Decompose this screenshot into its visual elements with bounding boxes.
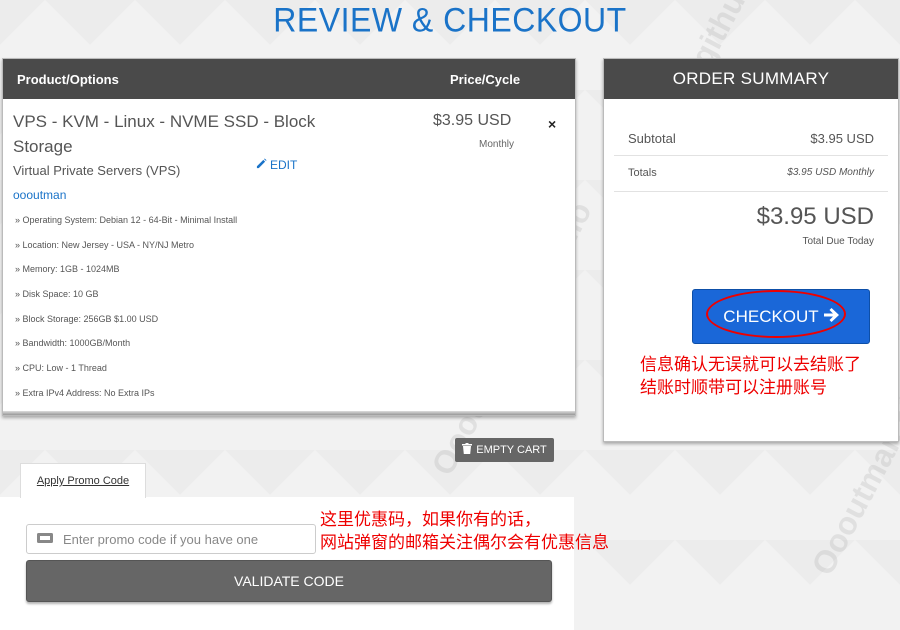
- product-domain: oooutman: [13, 188, 67, 202]
- total-due-amount: $3.95 USD: [756, 203, 874, 230]
- divider: [614, 155, 888, 156]
- checkout-button[interactable]: CHECKOUT: [692, 289, 870, 344]
- product-name: VPS - KVM - Linux - NVME SSD - Block Sto…: [13, 112, 316, 156]
- edit-label: EDIT: [270, 158, 298, 172]
- totals-row: Totals $3.95 USD Monthly: [628, 167, 874, 179]
- pencil-icon: [256, 158, 267, 172]
- promo-code-field[interactable]: [26, 524, 316, 554]
- annotation-line: 网站弹窗的邮箱关注偶尔会有优惠信息: [320, 533, 609, 552]
- annotation-line: 这里优惠码，如果你有的话，: [320, 510, 541, 529]
- empty-cart-label: EMPTY CART: [476, 444, 547, 456]
- cart-panel: Product/Options Price/Cycle VPS - KVM - …: [2, 58, 576, 416]
- product-options-header: Product/Options: [17, 71, 119, 87]
- cart-header: Product/Options Price/Cycle: [3, 59, 575, 99]
- cart-bottom-shade: [3, 411, 575, 415]
- subtotal-value: $3.95 USD: [810, 131, 874, 146]
- checkout-label: CHECKOUT: [723, 306, 819, 326]
- product-group: Virtual Private Servers (VPS): [13, 163, 181, 178]
- annotation-line: 结账时顺带可以注册账号: [640, 378, 827, 397]
- product-price: $3.95 USD: [433, 112, 512, 129]
- config-options-list: » Operating System: Debian 12 - 64-Bit -…: [15, 214, 237, 412]
- divider: [614, 191, 888, 192]
- config-option: » Disk Space: 10 GB: [15, 289, 99, 300]
- trash-icon: [462, 443, 473, 457]
- config-option: » Extra IPv4 Address: No Extra IPs: [15, 387, 155, 398]
- arrow-right-icon: [823, 307, 839, 327]
- config-option: » Memory: 1GB - 1024MB: [15, 264, 120, 275]
- order-summary-title: ORDER SUMMARY: [604, 59, 898, 99]
- page-title: REVIEW & CHECKOUT: [273, 0, 627, 39]
- edit-link[interactable]: EDIT: [256, 158, 297, 172]
- config-option: » Operating System: Debian 12 - 64-Bit -…: [15, 215, 238, 225]
- subtotal-label: Subtotal: [628, 131, 676, 146]
- price-cycle-header: Price/Cycle: [450, 71, 521, 87]
- tab-apply-promo-code[interactable]: Apply Promo Code: [20, 463, 146, 498]
- totals-value: $3.95 USD Monthly: [787, 167, 874, 178]
- remove-item-icon[interactable]: ×: [548, 116, 556, 132]
- totals-label: Totals: [628, 167, 657, 179]
- checkout-annotation: 信息确认无误就可以去结账了 结账时顺带可以注册账号: [640, 353, 861, 399]
- annotation-line: 信息确认无误就可以去结账了: [640, 355, 861, 374]
- config-option: » CPU: Low - 1 Thread: [15, 363, 107, 374]
- config-option: » Bandwidth: 1000GB/Month: [15, 338, 131, 349]
- total-due-label: Total Due Today: [802, 236, 874, 247]
- promo-annotation: 这里优惠码，如果你有的话， 网站弹窗的邮箱关注偶尔会有优惠信息: [320, 508, 609, 554]
- config-option: » Location: New Jersey - USA - NY/NJ Met…: [15, 239, 195, 250]
- promo-code-input[interactable]: [61, 530, 305, 548]
- validate-code-button[interactable]: VALIDATE CODE: [26, 560, 552, 602]
- config-option: » Block Storage: 256GB $1.00 USD: [15, 313, 159, 324]
- empty-cart-button[interactable]: EMPTY CART: [455, 438, 554, 462]
- subtotal-row: Subtotal $3.95 USD: [628, 131, 874, 146]
- billing-cycle: Monthly: [479, 139, 515, 150]
- ticket-icon: [37, 530, 53, 548]
